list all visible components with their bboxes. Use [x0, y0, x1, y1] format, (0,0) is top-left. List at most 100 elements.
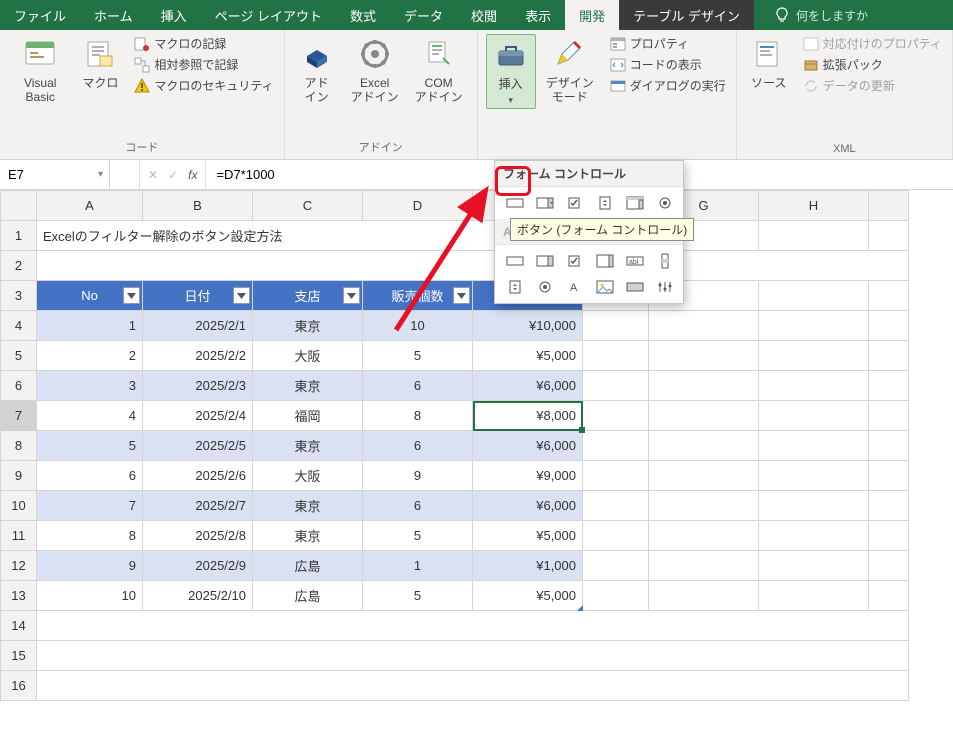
- excel-addins-button[interactable]: Excel アドイン: [345, 34, 405, 107]
- cell[interactable]: 5: [363, 521, 473, 551]
- cell[interactable]: [583, 401, 649, 431]
- filter-button[interactable]: [123, 287, 140, 304]
- cell[interactable]: [759, 311, 869, 341]
- cell[interactable]: 1: [37, 311, 143, 341]
- cell[interactable]: 広島: [253, 581, 363, 611]
- cell[interactable]: 2025/2/3: [143, 371, 253, 401]
- filter-button[interactable]: [233, 287, 250, 304]
- cell[interactable]: 10: [37, 581, 143, 611]
- tab-data[interactable]: データ: [390, 0, 457, 30]
- cell[interactable]: 東京: [253, 431, 363, 461]
- cell[interactable]: [759, 461, 869, 491]
- row-header[interactable]: 10: [1, 491, 37, 521]
- cell[interactable]: [869, 491, 909, 521]
- cell[interactable]: [649, 401, 759, 431]
- row-header[interactable]: 3: [1, 281, 37, 311]
- cell[interactable]: ¥5,000: [473, 521, 583, 551]
- row-header[interactable]: 16: [1, 671, 37, 701]
- activex-spinbutton-control[interactable]: [501, 275, 529, 299]
- cell[interactable]: 2025/2/6: [143, 461, 253, 491]
- cell[interactable]: ¥1,000: [473, 551, 583, 581]
- tab-file[interactable]: ファイル: [0, 0, 80, 30]
- cell[interactable]: [583, 581, 649, 611]
- design-mode-button[interactable]: デザイン モード: [540, 34, 600, 107]
- cell[interactable]: 4: [37, 401, 143, 431]
- cell[interactable]: [759, 521, 869, 551]
- row-header[interactable]: 7: [1, 401, 37, 431]
- cell[interactable]: 7: [37, 491, 143, 521]
- macros-button[interactable]: マクロ: [76, 34, 124, 92]
- form-spinner-control[interactable]: [591, 191, 619, 215]
- table-header-cell[interactable]: 販売個数: [363, 281, 473, 311]
- cell[interactable]: ¥6,000: [473, 431, 583, 461]
- cell[interactable]: 福岡: [253, 401, 363, 431]
- cell[interactable]: [869, 341, 909, 371]
- cell[interactable]: 東京: [253, 491, 363, 521]
- activex-optionbutton-control[interactable]: [531, 275, 559, 299]
- filter-button[interactable]: [453, 287, 470, 304]
- cell[interactable]: [583, 341, 649, 371]
- row-header[interactable]: 5: [1, 341, 37, 371]
- cell[interactable]: 10: [363, 311, 473, 341]
- row-header[interactable]: 8: [1, 431, 37, 461]
- table-header-cell[interactable]: No: [37, 281, 143, 311]
- cell[interactable]: [583, 431, 649, 461]
- tab-pagelayout[interactable]: ページ レイアウト: [201, 0, 336, 30]
- row-header[interactable]: 2: [1, 251, 37, 281]
- activex-scrollbar-control[interactable]: [651, 249, 679, 273]
- cell[interactable]: 2025/2/2: [143, 341, 253, 371]
- map-properties-button[interactable]: 対応付けのプロパティ: [801, 34, 944, 53]
- cell[interactable]: 東京: [253, 311, 363, 341]
- cell[interactable]: [583, 461, 649, 491]
- cell[interactable]: 2: [37, 341, 143, 371]
- cell[interactable]: 2025/2/5: [143, 431, 253, 461]
- worksheet[interactable]: A B C D E F G H 1 Excelのフィルター解除のボタン設定方法 …: [0, 190, 953, 701]
- cell[interactable]: 9: [363, 461, 473, 491]
- refresh-data-button[interactable]: データの更新: [801, 76, 944, 95]
- cell[interactable]: [759, 551, 869, 581]
- cell[interactable]: ¥5,000: [473, 341, 583, 371]
- cell[interactable]: [649, 551, 759, 581]
- record-macro-button[interactable]: マクロの記録: [132, 34, 275, 53]
- row-header[interactable]: 11: [1, 521, 37, 551]
- cell[interactable]: [869, 371, 909, 401]
- cell[interactable]: [869, 281, 909, 311]
- cell[interactable]: [583, 551, 649, 581]
- activex-checkbox-control[interactable]: [561, 249, 589, 273]
- cell[interactable]: [869, 461, 909, 491]
- activex-listbox-control[interactable]: [591, 249, 619, 273]
- cell[interactable]: 6: [363, 371, 473, 401]
- cell[interactable]: [759, 581, 869, 611]
- cell[interactable]: 2025/2/10: [143, 581, 253, 611]
- activex-button-control[interactable]: [501, 249, 529, 273]
- cell[interactable]: [869, 431, 909, 461]
- macro-security-button[interactable]: マクロのセキュリティ: [132, 76, 275, 95]
- insert-control-button[interactable]: 挿入 ▾: [486, 34, 536, 109]
- cell[interactable]: [649, 581, 759, 611]
- addins-button[interactable]: アド イン: [293, 34, 341, 107]
- row-header[interactable]: 12: [1, 551, 37, 581]
- visual-basic-button[interactable]: Visual Basic: [8, 34, 72, 107]
- row-header[interactable]: 13: [1, 581, 37, 611]
- cancel-formula-icon[interactable]: ✕: [148, 168, 158, 182]
- cell[interactable]: [583, 371, 649, 401]
- cell[interactable]: 2025/2/1: [143, 311, 253, 341]
- cell[interactable]: [37, 641, 909, 671]
- com-addins-button[interactable]: COM アドイン: [409, 34, 469, 107]
- tab-view[interactable]: 表示: [511, 0, 565, 30]
- table-header-cell[interactable]: 日付: [143, 281, 253, 311]
- cell[interactable]: [649, 431, 759, 461]
- view-code-button[interactable]: コードの表示: [608, 55, 728, 74]
- filter-button[interactable]: [343, 287, 360, 304]
- cell[interactable]: 大阪: [253, 461, 363, 491]
- fx-icon[interactable]: fx: [188, 168, 197, 182]
- cell[interactable]: [649, 311, 759, 341]
- activex-combobox-control[interactable]: [531, 249, 559, 273]
- cell[interactable]: 9: [37, 551, 143, 581]
- row-header[interactable]: 9: [1, 461, 37, 491]
- cell[interactable]: [869, 581, 909, 611]
- cell[interactable]: [37, 251, 909, 281]
- cell[interactable]: [869, 551, 909, 581]
- cell[interactable]: [649, 341, 759, 371]
- col-header[interactable]: B: [143, 191, 253, 221]
